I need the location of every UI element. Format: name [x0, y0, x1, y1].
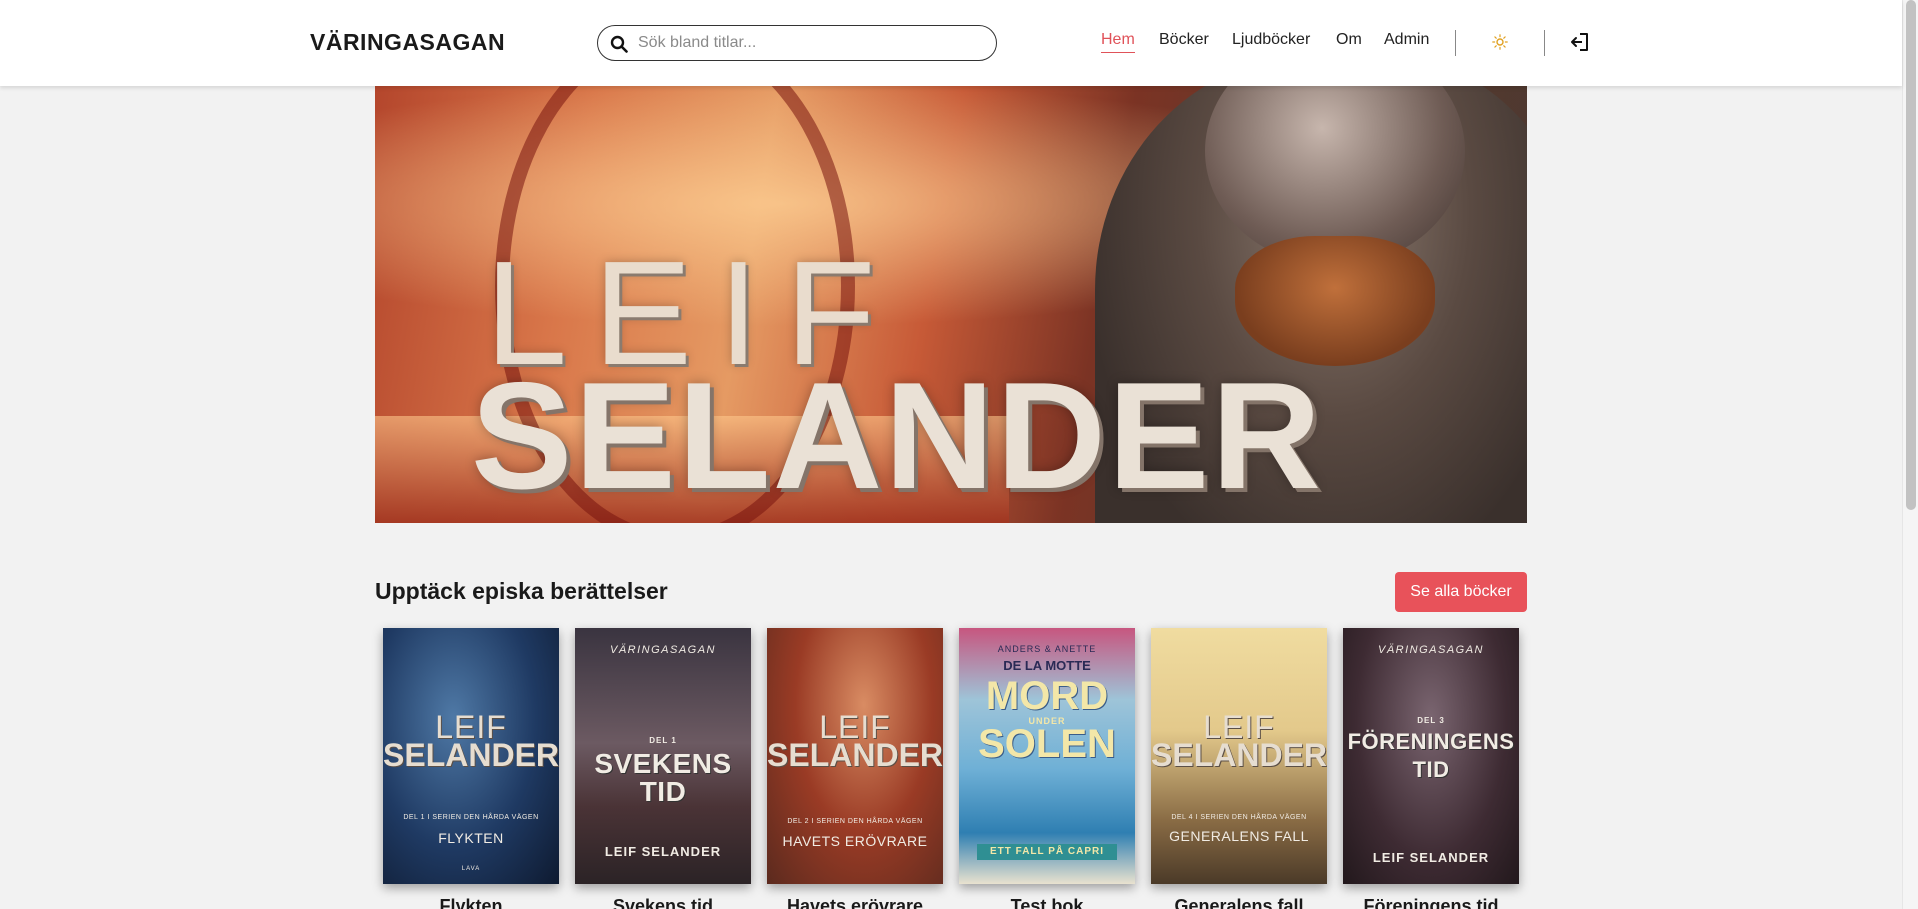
cover-big-title: FÖRENINGENS TID	[1347, 729, 1515, 782]
cover-publisher: LAVA	[461, 866, 481, 872]
cover-author-top: ANDERS & ANETTE	[997, 644, 1097, 654]
cover-subtitle: GENERALENS FALL	[1169, 828, 1309, 844]
top-navbar: VÄRINGASAGAN Hem Böcker Ljudböcker Om Ad…	[0, 0, 1902, 86]
book-card[interactable]: VÄRINGASAGAN DEL 1 SVEKENS TID LEIF SELA…	[575, 628, 751, 909]
cover-series-line: DEL 1 I SERIEN DEN HÅRDA VÄGEN	[403, 814, 539, 821]
book-title[interactable]: Flykten	[383, 896, 559, 909]
search-icon	[610, 35, 628, 53]
cover-band: ETT FALL PÅ CAPRI	[977, 844, 1117, 860]
nav-admin[interactable]: Admin	[1384, 31, 1429, 49]
cover-series: VÄRINGASAGAN	[609, 644, 717, 656]
book-title[interactable]: Test bok	[959, 896, 1135, 909]
logout-button[interactable]	[1567, 29, 1593, 55]
cover-title-line1: MORD	[985, 674, 1109, 718]
cover-series-line: DEL 4 I SERIEN DEN HÅRDA VÄGEN	[1171, 814, 1307, 821]
nav-audiobooks[interactable]: Ljudböcker	[1232, 31, 1310, 49]
cover-part: DEL 1	[649, 736, 677, 745]
hero-beard	[1235, 236, 1435, 366]
nav-divider	[1544, 30, 1545, 56]
cover-big-title: SVEKENS TID	[594, 748, 732, 807]
hero-banner: LEIF SELANDER	[375, 86, 1527, 523]
book-title[interactable]: Generalens fall	[1151, 896, 1327, 909]
cover-author-last: SELANDER	[383, 737, 559, 773]
cover-author-last: SELANDER	[1151, 737, 1327, 773]
book-cover[interactable]: VÄRINGASAGAN DEL 1 SVEKENS TID LEIF SELA…	[575, 628, 751, 884]
book-cover[interactable]: LEIF SELANDER DEL 1 I SERIEN DEN HÅRDA V…	[383, 628, 559, 884]
cover-subtitle: FLYKTEN	[438, 830, 504, 846]
cover-subtitle: HAVETS ERÖVRARE	[782, 833, 928, 849]
cover-series-line: DEL 2 I SERIEN DEN HÅRDA VÄGEN	[787, 818, 923, 825]
cover-series: VÄRINGASAGAN	[1377, 644, 1485, 656]
page-scrollbar[interactable]	[1902, 0, 1918, 909]
book-card[interactable]: LEIF SELANDER DEL 2 I SERIEN DEN HÅRDA V…	[767, 628, 943, 909]
book-cover[interactable]: LEIF SELANDER DEL 2 I SERIEN DEN HÅRDA V…	[767, 628, 943, 884]
book-cover[interactable]: VÄRINGASAGAN DEL 3 FÖRENINGENS TID LEIF …	[1343, 628, 1519, 884]
cover-author: LEIF SELANDER	[604, 844, 722, 859]
book-card[interactable]: VÄRINGASAGAN DEL 3 FÖRENINGENS TID LEIF …	[1343, 628, 1519, 909]
logout-icon	[1571, 33, 1588, 51]
see-all-books-button[interactable]: Se alla böcker	[1395, 572, 1527, 612]
cover-author: LEIF SELANDER	[1372, 850, 1490, 865]
theme-toggle-button[interactable]	[1487, 29, 1513, 55]
nav-home[interactable]: Hem	[1101, 31, 1135, 53]
search-box[interactable]	[597, 25, 997, 61]
nav-about[interactable]: Om	[1336, 31, 1362, 49]
book-title[interactable]: Havets erövrare	[767, 896, 943, 909]
book-card[interactable]: LEIF SELANDER DEL 4 I SERIEN DEN HÅRDA V…	[1151, 628, 1327, 909]
book-cover[interactable]: LEIF SELANDER DEL 4 I SERIEN DEN HÅRDA V…	[1151, 628, 1327, 884]
section-title: Upptäck episka berättelser	[375, 578, 668, 604]
sun-icon	[1492, 34, 1508, 50]
cover-author-name: DE LA MOTTE	[1003, 658, 1091, 673]
brand-logo[interactable]: VÄRINGASAGAN	[310, 29, 505, 56]
nav-books[interactable]: Böcker	[1159, 31, 1209, 49]
hero-title-last: SELANDER	[471, 351, 1324, 521]
search-input[interactable]	[638, 28, 988, 58]
book-card[interactable]: LEIF SELANDER DEL 1 I SERIEN DEN HÅRDA V…	[383, 628, 559, 909]
cover-author-last: SELANDER	[767, 737, 943, 773]
scrollbar-thumb[interactable]	[1906, 0, 1916, 510]
cover-title-line2: SOLEN	[978, 722, 1116, 766]
book-title[interactable]: Föreningens tid	[1343, 896, 1519, 909]
nav-divider	[1455, 30, 1456, 56]
book-cover[interactable]: ANDERS & ANETTE DE LA MOTTE MORD UNDER S…	[959, 628, 1135, 884]
book-title[interactable]: Svekens tid	[575, 896, 751, 909]
book-card[interactable]: ANDERS & ANETTE DE LA MOTTE MORD UNDER S…	[959, 628, 1135, 909]
cover-part: DEL 3	[1417, 716, 1445, 725]
